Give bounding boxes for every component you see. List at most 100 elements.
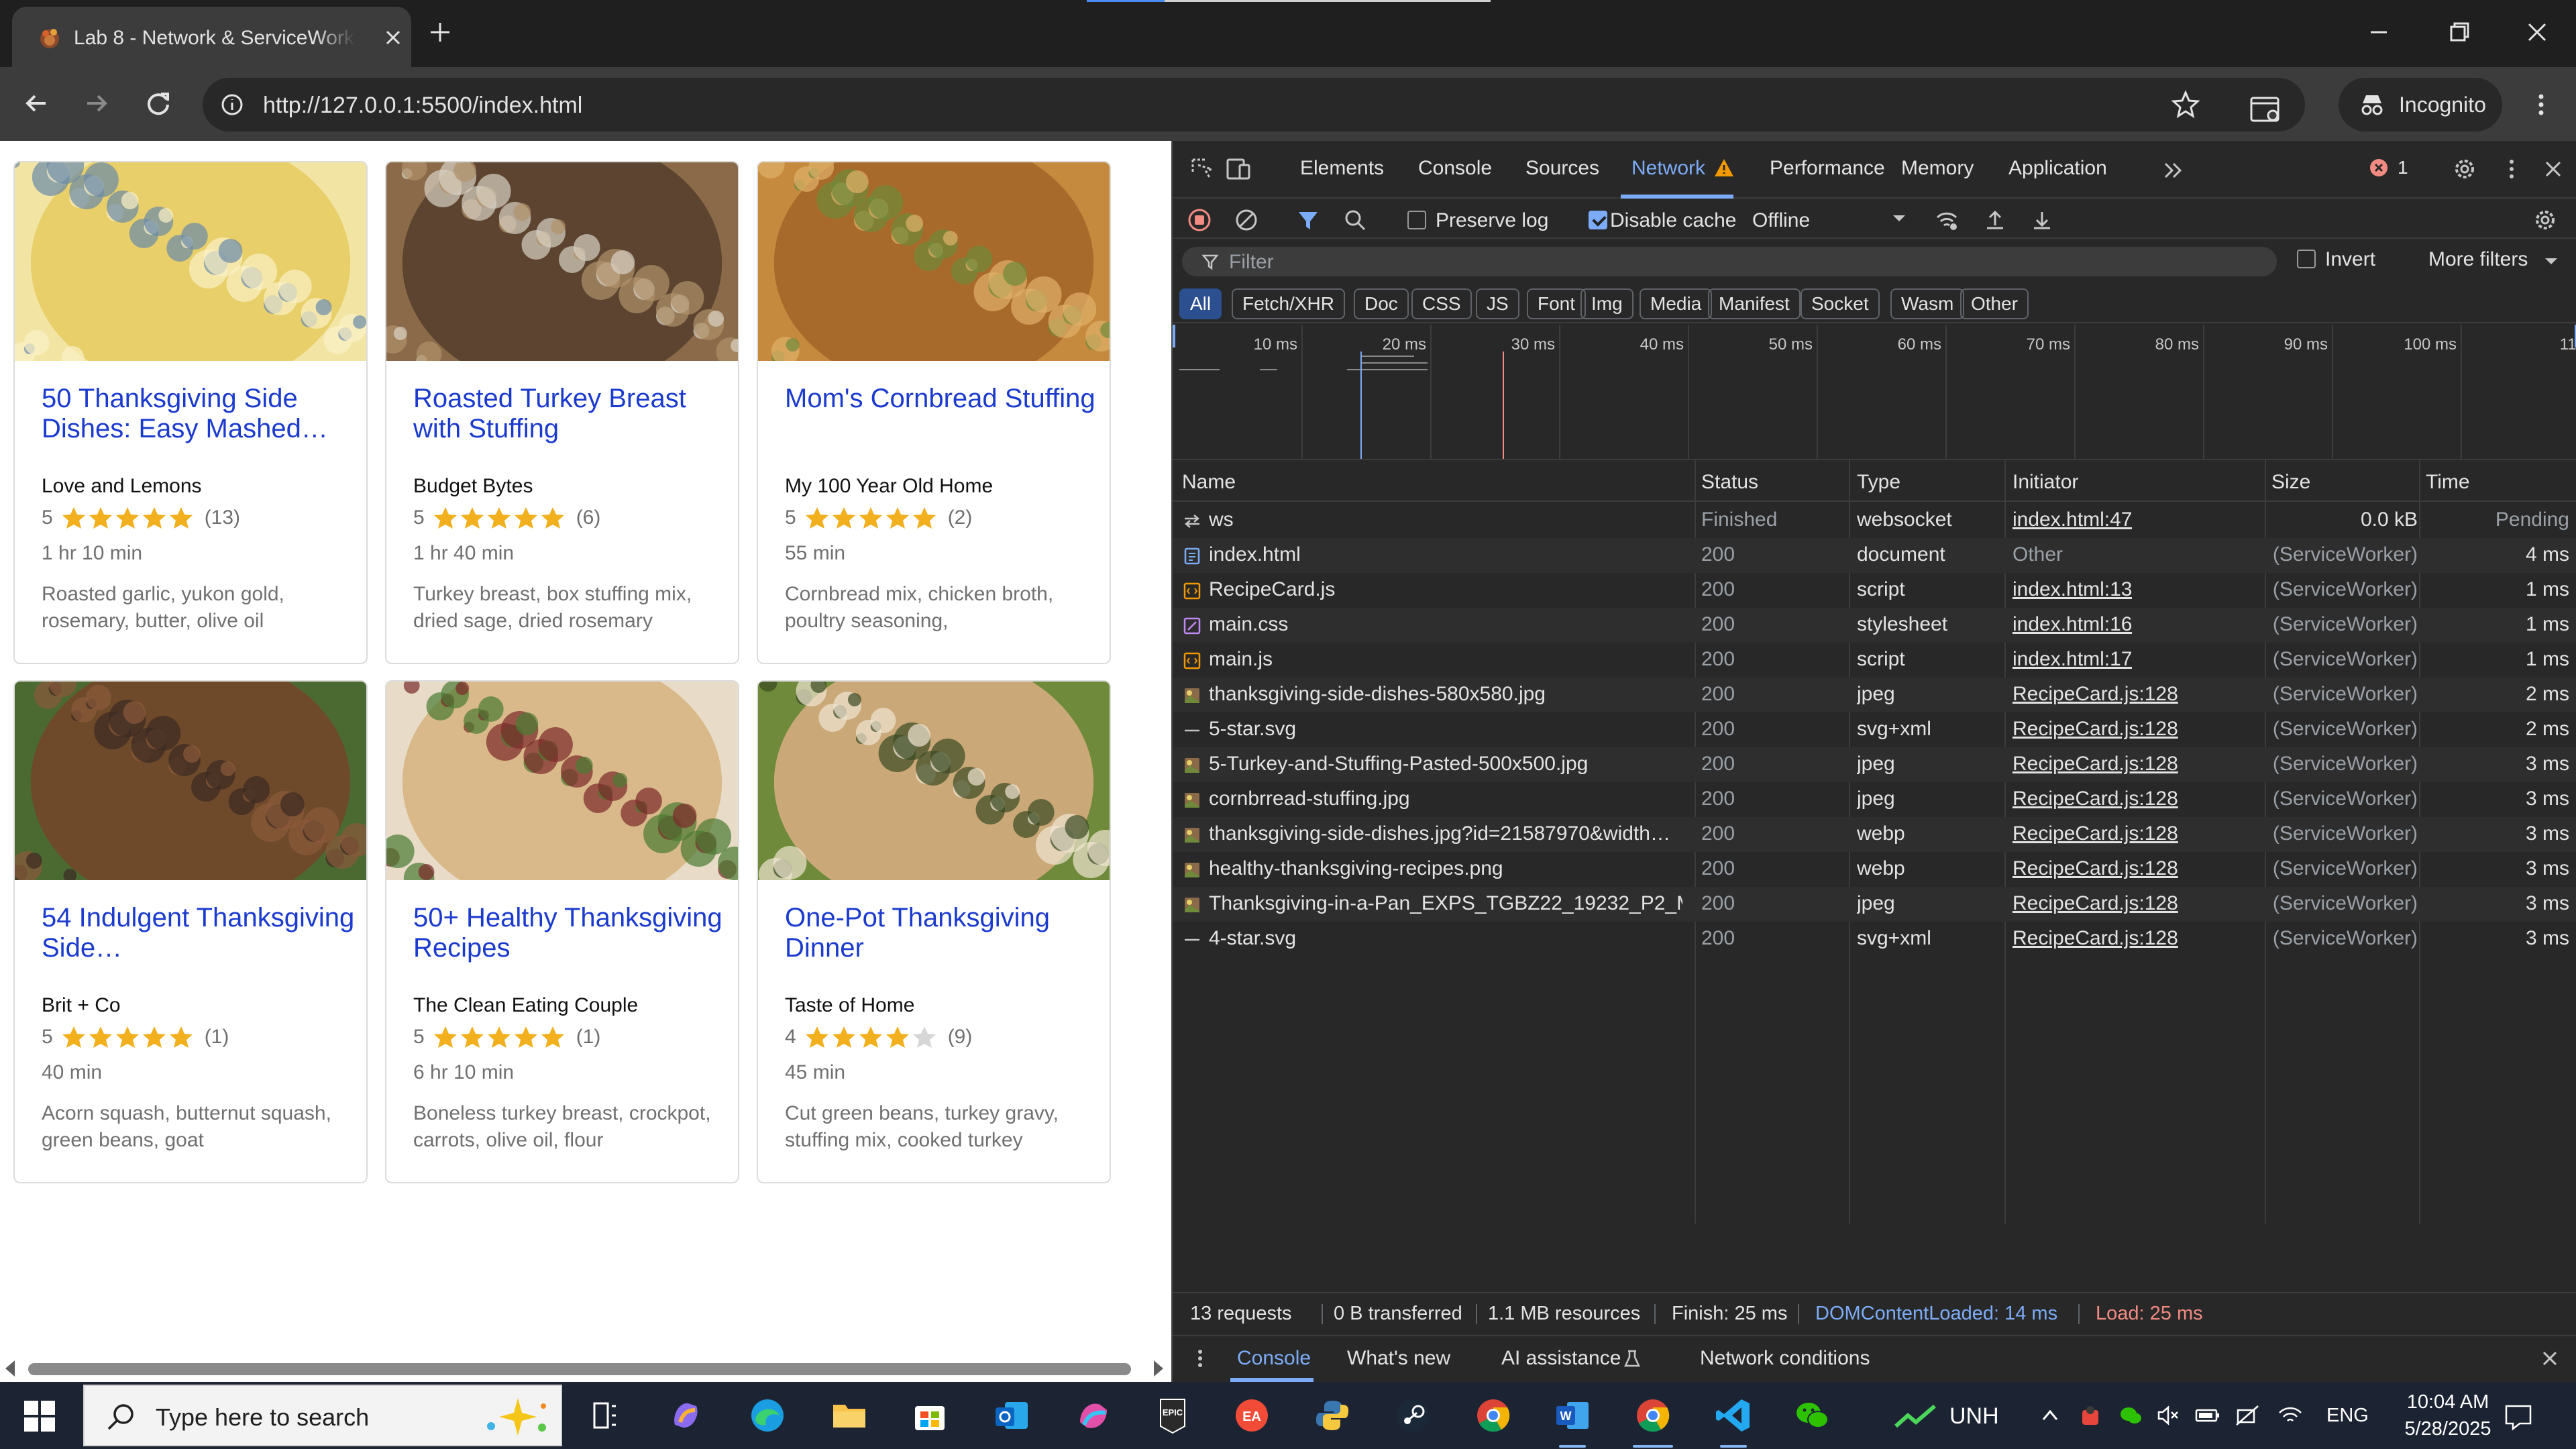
disable-cache-checkbox[interactable] <box>1589 211 1607 229</box>
type-filter-doc[interactable]: Doc <box>1354 288 1409 319</box>
column-time[interactable]: Time <box>2426 471 2470 494</box>
close-tab-icon[interactable] <box>381 25 405 50</box>
type-filter-css[interactable]: CSS <box>1411 288 1472 319</box>
drawer-menu-icon[interactable] <box>1189 1347 1212 1370</box>
device-toolbar-icon[interactable] <box>1225 156 1252 182</box>
minimize-icon[interactable] <box>2365 19 2392 46</box>
recipe-title-link[interactable]: 54 Indulgent Thanksgiving Side… <box>42 903 357 963</box>
recipe-photo[interactable] <box>15 162 366 361</box>
network-timeline-overview[interactable]: 10 ms 20 ms 30 ms 40 ms 50 ms 60 ms 70 ms 80 ms… <box>1173 325 2576 460</box>
table-row[interactable]: thanksgiving-side-dishes.jpg?id=21587970… <box>1173 817 2576 852</box>
import-har-icon[interactable] <box>1982 207 2008 233</box>
vscode-icon[interactable] <box>1713 1395 1754 1436</box>
preserve-log-checkbox[interactable] <box>1407 211 1426 229</box>
wechat-icon[interactable] <box>1792 1395 1833 1436</box>
recipe-title-link[interactable]: One-Pot Thanksgiving Dinner <box>785 903 1100 963</box>
tab-console[interactable]: Console <box>1418 157 1492 180</box>
table-row[interactable]: index.html 200 document Other (ServiceWorker… <box>1173 538 2576 573</box>
reload-icon[interactable] <box>141 86 176 121</box>
address-bar[interactable]: http://127.0.0.1:5500/index.html <box>203 78 2305 131</box>
column-type[interactable]: Type <box>1857 471 1900 494</box>
type-filter-all[interactable]: All <box>1179 288 1222 319</box>
request-initiator[interactable]: RecipeCard.js:128 <box>2012 822 2178 845</box>
tab-search-icon[interactable] <box>2249 94 2284 126</box>
request-initiator[interactable]: RecipeCard.js:128 <box>2012 718 2178 741</box>
steam-icon[interactable] <box>1393 1395 1433 1436</box>
new-tab-icon[interactable] <box>427 19 453 46</box>
chrome-icon[interactable] <box>1473 1395 1513 1436</box>
tab-application[interactable]: Application <box>2008 157 2107 180</box>
network-settings-gear-icon[interactable] <box>2532 207 2559 233</box>
tray-app-icon[interactable] <box>2078 1403 2102 1428</box>
recipe-photo[interactable] <box>758 682 1110 880</box>
restore-icon[interactable] <box>2446 19 2473 46</box>
type-filter-font[interactable]: Font <box>1527 288 1587 319</box>
table-row[interactable]: main.js 200 script index.html:17 (ServiceWor… <box>1173 643 2576 678</box>
column-name[interactable]: Name <box>1182 471 1236 494</box>
recipe-title-link[interactable]: Roasted Turkey Breast with Stuffing <box>413 384 729 444</box>
back-icon[interactable] <box>19 86 54 121</box>
table-row[interactable]: cornbrread-stuffing.jpg 200 jpeg RecipeCard… <box>1173 782 2576 817</box>
recipe-photo[interactable] <box>15 682 366 880</box>
column-size[interactable]: Size <box>2271 471 2310 494</box>
python-icon[interactable] <box>1312 1395 1352 1436</box>
stock-ticker[interactable]: UNH <box>1949 1403 1999 1430</box>
drawer-tab-console[interactable]: Console <box>1237 1347 1311 1370</box>
recipe-title-link[interactable]: 50 Thanksgiving Side Dishes: Easy Mashed… <box>42 384 357 444</box>
recipe-card[interactable]: Mom's Cornbread Stuffing My 100 Year Old … <box>757 161 1111 664</box>
request-initiator[interactable]: RecipeCard.js:128 <box>2012 927 2178 950</box>
type-filter-js[interactable]: JS <box>1476 288 1519 319</box>
table-row[interactable]: Thanksgiving-in-a-Pan_EXPS_TGBZ22_19232_… <box>1173 887 2576 922</box>
table-row[interactable]: thanksgiving-side-dishes-580x580.jpg 200 j… <box>1173 678 2576 712</box>
incognito-profile-button[interactable]: Incognito <box>2339 78 2502 131</box>
type-filter-manifest[interactable]: Manifest <box>1708 288 1801 319</box>
site-info-icon[interactable] <box>216 89 248 121</box>
close-window-icon[interactable] <box>2524 19 2551 46</box>
outlook-icon[interactable] <box>991 1395 1032 1436</box>
battery-icon[interactable] <box>2194 1403 2220 1428</box>
wifi-icon[interactable] <box>2277 1403 2304 1428</box>
chevron-down-icon[interactable] <box>2541 251 2561 271</box>
file-explorer-icon[interactable] <box>829 1395 869 1436</box>
drawer-tab-ai-assistance[interactable]: AI assistance <box>1501 1347 1621 1370</box>
browser-tab[interactable]: Lab 8 - Network & ServiceWorker <box>12 7 411 67</box>
epic-games-icon[interactable]: EPIC <box>1152 1395 1193 1436</box>
more-filters-dropdown[interactable]: More filters <box>2428 248 2528 271</box>
chrome-menu-icon[interactable] <box>2528 91 2555 118</box>
throttle-select[interactable]: Offline <box>1752 209 1810 232</box>
close-drawer-icon[interactable] <box>2538 1347 2561 1370</box>
column-initiator[interactable]: Initiator <box>2012 471 2078 494</box>
ea-app-icon[interactable]: EA <box>1232 1395 1272 1436</box>
scrollbar-thumb[interactable] <box>28 1363 1131 1375</box>
request-initiator[interactable]: index.html:17 <box>2012 648 2132 671</box>
request-initiator[interactable]: RecipeCard.js:128 <box>2012 892 2178 915</box>
request-initiator[interactable]: index.html:47 <box>2012 508 2132 531</box>
clock-date[interactable]: 5/28/2025 <box>2399 1418 2497 1440</box>
type-filter-media[interactable]: Media <box>1640 288 1713 319</box>
filter-input[interactable]: Filter <box>1182 247 2277 276</box>
recipe-card[interactable]: 50+ Healthy Thanksgiving Recipes The Clea… <box>385 680 739 1183</box>
taskbar-search-box[interactable]: Type here to search <box>83 1385 562 1446</box>
table-row[interactable]: 5-Turkey-and-Stuffing-Pasted-500x500.jpg… <box>1173 747 2576 782</box>
tab-memory[interactable]: Memory <box>1901 157 1974 180</box>
recipe-photo[interactable] <box>386 162 738 361</box>
bookmark-star-icon[interactable] <box>2169 89 2202 121</box>
request-initiator[interactable]: RecipeCard.js:128 <box>2012 788 2178 810</box>
recipe-photo[interactable] <box>758 162 1110 361</box>
recipe-title-link[interactable]: Mom's Cornbread Stuffing <box>785 384 1100 414</box>
devtools-menu-icon[interactable] <box>2498 156 2525 182</box>
request-initiator[interactable]: RecipeCard.js:128 <box>2012 857 2178 880</box>
notifications-icon[interactable] <box>2504 1402 2533 1432</box>
chevron-down-icon[interactable] <box>1889 208 1909 228</box>
tab-sources[interactable]: Sources <box>1525 157 1599 180</box>
wechat-tray-icon[interactable] <box>2118 1403 2143 1428</box>
table-row[interactable]: ws Finished websocket index.html:47 0.0 kB Pe… <box>1173 503 2576 538</box>
table-row[interactable]: RecipeCard.js 200 script index.html:13 (Serv… <box>1173 573 2576 608</box>
copilot-icon[interactable] <box>665 1395 706 1436</box>
network-conditions-icon[interactable] <box>1933 207 1960 233</box>
error-count[interactable]: 1 <box>2398 157 2408 178</box>
column-status[interactable]: Status <box>1701 471 1758 494</box>
task-view-icon[interactable] <box>584 1395 624 1436</box>
table-row[interactable]: 5-star.svg 200 svg+xml RecipeCard.js:128 (Se… <box>1173 712 2576 747</box>
tab-performance[interactable]: Performance <box>1770 157 1885 180</box>
